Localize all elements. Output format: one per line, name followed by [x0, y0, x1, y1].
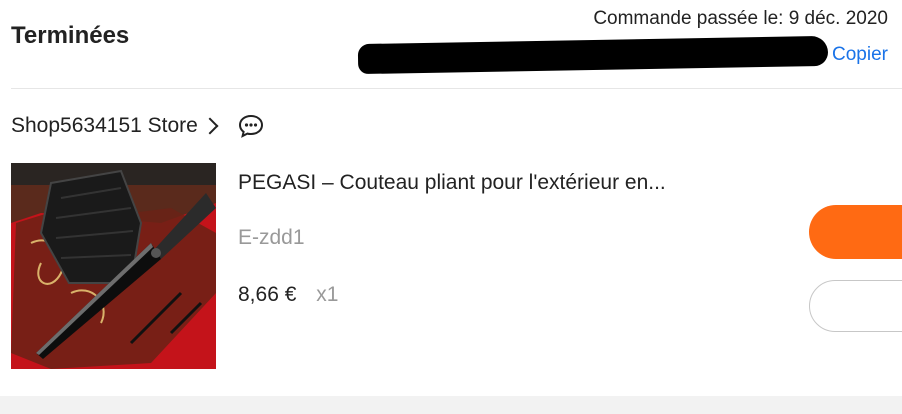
chat-icon[interactable] [238, 114, 264, 138]
price-row: 8,66 € x1 [238, 283, 338, 307]
order-date: Commande passée le: 9 déc. 2020 [593, 8, 888, 29]
order-number-redacted [357, 35, 829, 75]
knife-product-photo [11, 163, 216, 369]
product-variant: E-zdd1 [238, 226, 305, 249]
store-name: Shop5634151 Store [11, 114, 198, 137]
order-status: Terminées [11, 22, 130, 49]
chevron-right-icon [201, 117, 219, 135]
product-price: 8,66 € [238, 283, 297, 306]
secondary-action-button[interactable] [809, 280, 902, 332]
copy-order-number-link[interactable]: Copier [832, 44, 888, 66]
product-image[interactable] [11, 163, 216, 369]
order-header: Terminées Commande passée le: 9 déc. 202… [0, 0, 902, 88]
section-separator [0, 396, 902, 414]
order-id-row: Copier [357, 35, 888, 75]
primary-action-button[interactable] [809, 205, 902, 259]
store-link[interactable]: Shop5634151 Store [11, 110, 264, 142]
product-title[interactable]: PEGASI – Couteau pliant pour l'extérieur… [238, 171, 666, 195]
divider [11, 88, 902, 89]
product-quantity: x1 [316, 283, 339, 306]
